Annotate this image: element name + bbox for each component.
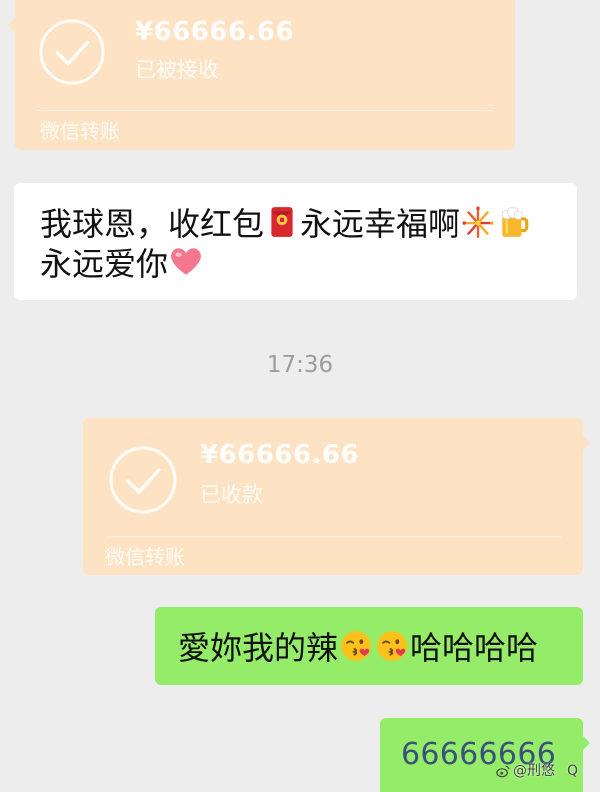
pink-heart-icon [171,248,201,275]
message-line: 我球恩，收红包 永远幸福啊 [40,202,565,242]
kissing-face-icon [341,631,371,661]
message-text: 我球恩，收红包 [40,205,265,242]
weibo-icon [496,765,510,778]
watermark: @刑悠 Q [496,762,578,780]
transfer-card-collected[interactable]: ¥66666.66 已收款 微信转账 [83,418,590,575]
outgoing-number-bubble[interactable]: 66666666 [380,718,590,792]
chat-timestamp: 17:36 [266,352,334,378]
transfer-divider [37,110,493,111]
transfer-card-received[interactable]: ¥66666.66 已被接收 微信转账 [8,0,515,150]
kissing-face-icon [377,631,407,661]
check-circle-icon [39,19,105,85]
transfer-footer: 微信转账 [105,545,185,569]
transfer-status: 已收款 [200,483,263,507]
watermark-text: @刑悠 [513,763,555,779]
message-line: 愛妳我的辣 哈哈哈哈 [178,626,573,666]
incoming-text-bubble[interactable]: 我球恩，收红包 永远幸福啊 永远爱你 [14,183,577,300]
transfer-amount: ¥66666.66 [200,440,360,470]
message-text: 哈哈哈哈 [410,629,539,666]
message-text: 永远爱你 [40,245,169,282]
transfer-footer: 微信转账 [40,119,120,143]
transfer-divider [105,536,561,537]
check-circle-icon [109,446,177,514]
outgoing-text-bubble[interactable]: 愛妳我的辣 哈哈哈哈 [155,607,583,685]
message-line: 永远爱你 [40,242,565,282]
transfer-status: 已被接收 [135,58,219,82]
fireworks-icon [462,206,494,239]
watermark-extra: Q [567,763,579,779]
beer-mug-icon [501,206,529,237]
message-text: 愛妳我的辣 [178,629,339,666]
transfer-amount: ¥66666.66 [135,17,295,47]
red-envelope-icon [271,207,293,237]
message-text: 永远幸福啊 [300,205,461,242]
